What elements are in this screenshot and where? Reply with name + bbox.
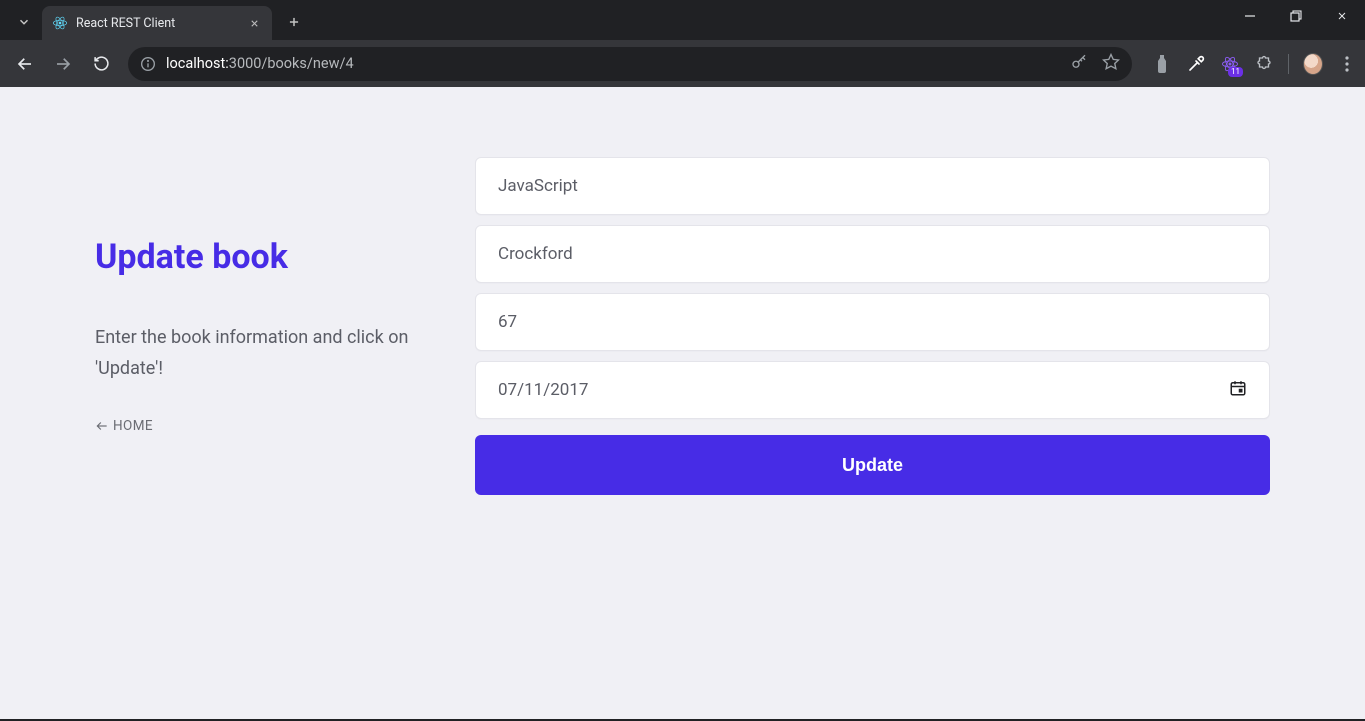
plus-icon <box>287 15 301 29</box>
extension-icon-3[interactable]: 11 <box>1220 54 1240 74</box>
arrow-left-icon <box>95 419 109 433</box>
window-controls <box>1227 0 1365 40</box>
close-icon <box>249 18 260 29</box>
arrow-left-icon <box>16 55 34 73</box>
new-tab-button[interactable] <box>280 8 308 36</box>
profile-avatar[interactable] <box>1303 54 1323 74</box>
update-button[interactable]: Update <box>475 435 1270 495</box>
calendar-icon <box>1229 379 1247 397</box>
extensions-menu-button[interactable] <box>1254 54 1274 74</box>
chevron-down-icon <box>17 15 31 29</box>
browser-toolbar: localhost:3000/books/new/4 11 <box>0 40 1365 87</box>
price-field-wrapper <box>475 293 1270 351</box>
address-bar[interactable]: localhost:3000/books/new/4 <box>128 47 1132 81</box>
window-restore-button[interactable] <box>1273 0 1319 32</box>
tab-search-dropdown[interactable] <box>10 8 38 36</box>
kebab-icon <box>1345 56 1349 72</box>
bottle-icon <box>1155 55 1169 73</box>
reload-icon <box>93 55 110 72</box>
calendar-picker-button[interactable] <box>1229 379 1247 402</box>
tab-close-button[interactable] <box>246 15 262 31</box>
home-link[interactable]: HOME <box>95 418 153 434</box>
app-page: Update book Enter the book information a… <box>0 87 1365 721</box>
extension-icon-2[interactable] <box>1186 54 1206 74</box>
page-subtitle: Enter the book information and click on … <box>95 323 455 384</box>
tab-strip: React REST Client <box>0 0 1365 40</box>
avatar-icon <box>1303 53 1323 75</box>
star-icon <box>1102 53 1120 71</box>
page-title: Update book <box>95 237 455 277</box>
url-host: localhost: <box>166 55 229 72</box>
restore-icon <box>1290 10 1302 22</box>
extension-icon-1[interactable] <box>1152 54 1172 74</box>
nav-forward-button[interactable] <box>46 47 80 81</box>
window-close-button[interactable] <box>1319 0 1365 32</box>
form-column: Update <box>475 157 1270 495</box>
content-container: Update book Enter the book information a… <box>95 157 1270 495</box>
close-icon <box>1336 10 1348 22</box>
url-path: 3000/books/new/4 <box>229 55 354 72</box>
author-input[interactable] <box>498 244 1247 264</box>
price-input[interactable] <box>498 312 1247 332</box>
minimize-icon <box>1244 10 1256 22</box>
date-field-wrapper <box>475 361 1270 419</box>
site-info-button[interactable] <box>140 56 156 72</box>
puzzle-icon <box>1255 55 1273 73</box>
title-field-wrapper <box>475 157 1270 215</box>
nav-reload-button[interactable] <box>84 47 118 81</box>
browser-tab-active[interactable]: React REST Client <box>42 6 272 40</box>
author-field-wrapper <box>475 225 1270 283</box>
nav-back-button[interactable] <box>8 47 42 81</box>
password-key-icon[interactable] <box>1070 53 1088 75</box>
address-bar-actions <box>1070 53 1120 75</box>
tab-title: React REST Client <box>76 16 238 31</box>
window-minimize-button[interactable] <box>1227 0 1273 32</box>
title-input[interactable] <box>498 176 1247 196</box>
extensions-area: 11 <box>1142 54 1357 74</box>
eyedropper-icon <box>1187 55 1205 73</box>
date-input[interactable] <box>498 380 1229 400</box>
home-link-label: HOME <box>113 418 153 434</box>
info-icon <box>140 56 156 72</box>
arrow-right-icon <box>54 55 72 73</box>
react-favicon <box>52 15 68 31</box>
url-text: localhost:3000/books/new/4 <box>166 55 1060 72</box>
chrome-menu-button[interactable] <box>1337 54 1357 74</box>
bookmark-button[interactable] <box>1102 53 1120 75</box>
extension-badge: 11 <box>1228 67 1243 77</box>
browser-chrome: React REST Client <box>0 0 1365 87</box>
left-column: Update book Enter the book information a… <box>95 157 475 495</box>
